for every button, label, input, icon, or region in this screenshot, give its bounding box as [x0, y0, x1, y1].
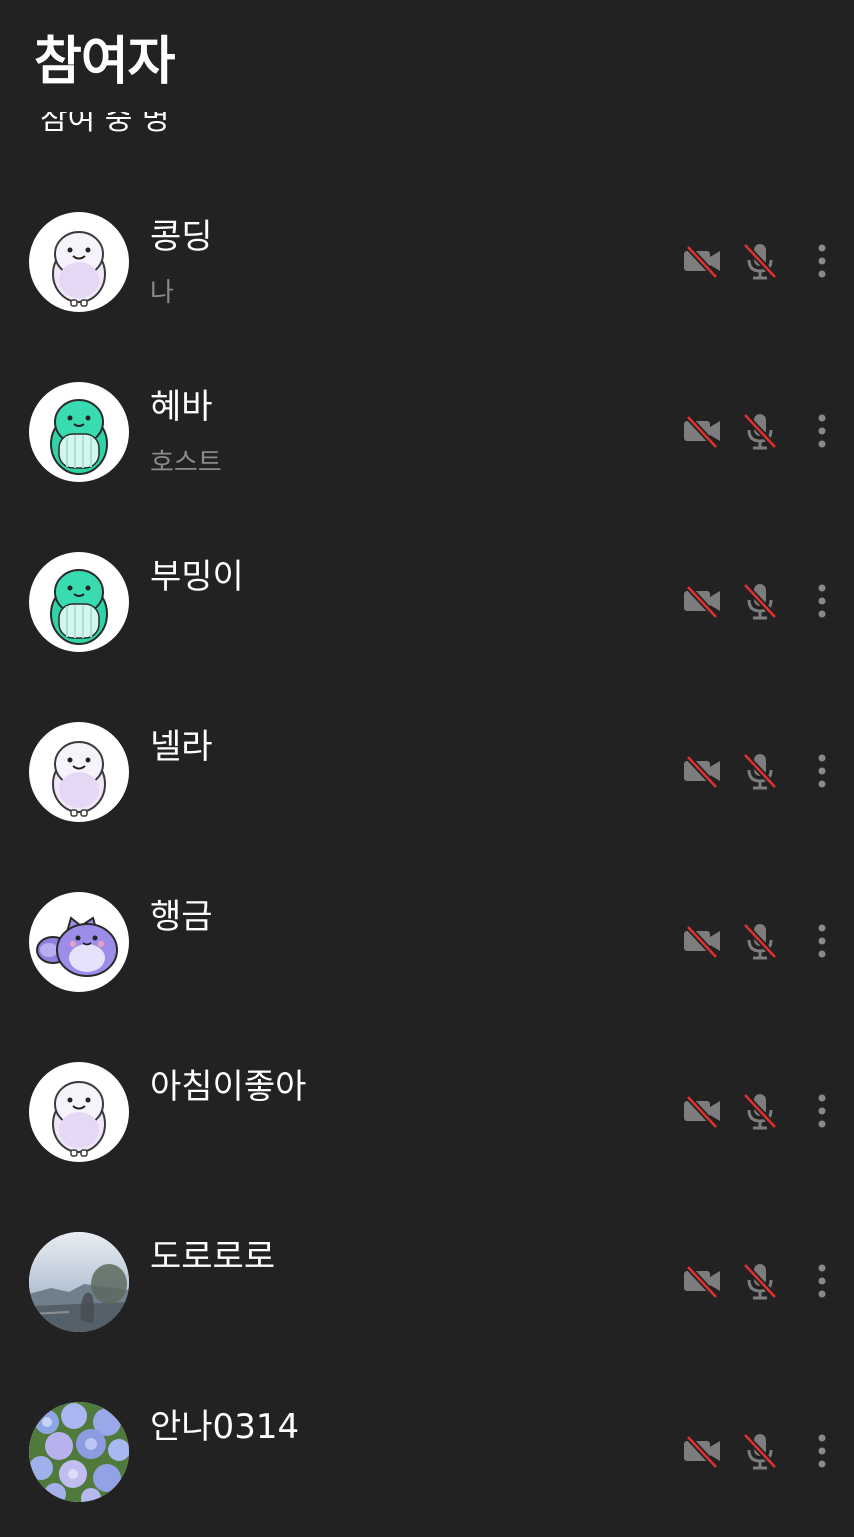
more-vertical-icon[interactable]: [816, 751, 828, 791]
mic-off-icon[interactable]: [740, 581, 780, 621]
white-ghost-avatar: [29, 1062, 129, 1162]
participant-name: 넬라: [150, 727, 213, 767]
participant-role: 나: [150, 278, 174, 308]
white-ghost-avatar: [29, 212, 129, 312]
participant-name: 혜바: [150, 387, 213, 427]
more-vertical-icon[interactable]: [816, 921, 828, 961]
participant-row[interactable]: 안나0314: [0, 1367, 854, 1537]
participant-row[interactable]: 도로로로: [0, 1197, 854, 1367]
camera-off-icon[interactable]: [682, 751, 722, 791]
teal-ghost-avatar: [29, 382, 129, 482]
mic-off-icon[interactable]: [740, 241, 780, 281]
participant-controls: [682, 411, 828, 451]
participant-name: 도로로로: [150, 1237, 276, 1277]
participant-row[interactable]: 행금: [0, 857, 854, 1027]
more-vertical-icon[interactable]: [816, 411, 828, 451]
page-title: 참여자: [34, 32, 176, 92]
participant-row[interactable]: 넬라: [0, 687, 854, 857]
participant-list: 콩딩 나 혜바 호스트 부밍이 넬라 행금 아침이좋아 도로로로 안나0314: [0, 177, 854, 1537]
participant-controls: [682, 1091, 828, 1131]
mic-off-icon[interactable]: [740, 411, 780, 451]
participant-name: 안나0314: [150, 1407, 300, 1447]
participant-controls: [682, 1431, 828, 1471]
mic-off-icon[interactable]: [740, 921, 780, 961]
mic-off-icon[interactable]: [740, 1261, 780, 1301]
more-vertical-icon[interactable]: [816, 241, 828, 281]
participant-name: 아침이좋아: [150, 1067, 307, 1107]
participant-row[interactable]: 혜바 호스트: [0, 347, 854, 517]
camera-off-icon[interactable]: [682, 1091, 722, 1131]
photo-hydrangea-avatar: [29, 1402, 129, 1502]
camera-off-icon[interactable]: [682, 1261, 722, 1301]
white-ghost-avatar: [29, 722, 129, 822]
more-vertical-icon[interactable]: [816, 581, 828, 621]
participant-name: 콩딩: [150, 217, 213, 257]
participant-count-cut: 참여 중 명: [40, 112, 170, 137]
participant-controls: [682, 581, 828, 621]
participant-role: 호스트: [150, 448, 222, 478]
participant-row[interactable]: 콩딩 나: [0, 177, 854, 347]
camera-off-icon[interactable]: [682, 241, 722, 281]
mic-off-icon[interactable]: [740, 1091, 780, 1131]
participant-name: 행금: [150, 897, 213, 937]
participant-controls: [682, 1261, 828, 1301]
more-vertical-icon[interactable]: [816, 1091, 828, 1131]
participant-row[interactable]: 아침이좋아: [0, 1027, 854, 1197]
camera-off-icon[interactable]: [682, 411, 722, 451]
participant-name: 부밍이: [150, 557, 244, 597]
participant-controls: [682, 921, 828, 961]
teal-ghost-avatar: [29, 552, 129, 652]
purple-cat-avatar: [29, 892, 129, 992]
photo-sky-avatar: [29, 1232, 129, 1332]
participant-row[interactable]: 부밍이: [0, 517, 854, 687]
more-vertical-icon[interactable]: [816, 1431, 828, 1471]
mic-off-icon[interactable]: [740, 751, 780, 791]
camera-off-icon[interactable]: [682, 921, 722, 961]
mic-off-icon[interactable]: [740, 1431, 780, 1471]
more-vertical-icon[interactable]: [816, 1261, 828, 1301]
participant-controls: [682, 241, 828, 281]
camera-off-icon[interactable]: [682, 1431, 722, 1471]
camera-off-icon[interactable]: [682, 581, 722, 621]
participant-controls: [682, 751, 828, 791]
